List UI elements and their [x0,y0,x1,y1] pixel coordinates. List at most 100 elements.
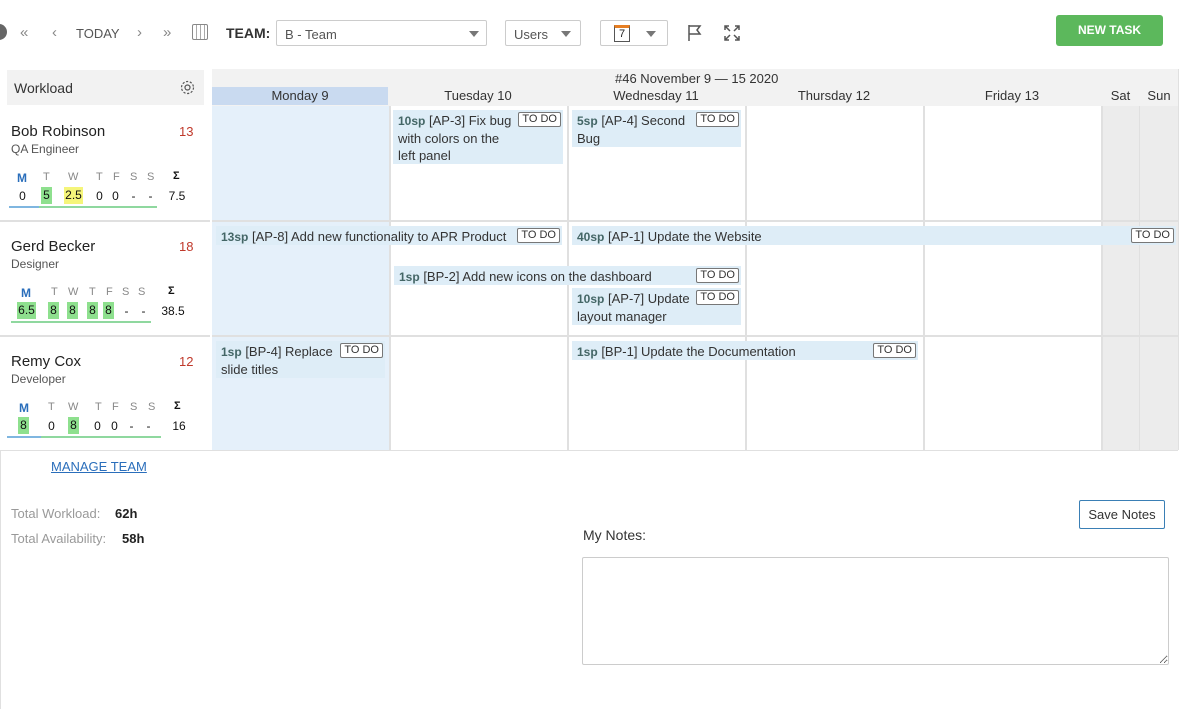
back-icon[interactable]: ‹ [52,24,57,41]
task-card[interactable]: 1sp [BP-2] Add new icons on the dashboar… [394,266,741,285]
person-role: QA Engineer [11,142,80,156]
team-label: TEAM: [226,25,271,41]
person-name[interactable]: Gerd Becker [11,238,95,255]
workload-value: 6.5 [17,302,36,319]
weekday-letter: M [17,171,27,185]
grid-line [745,106,747,450]
task-count: 12 [179,354,194,369]
day-header-friday: Friday 13 [984,88,1040,103]
workload-value: 8 [67,302,78,319]
task-card[interactable]: 1sp [BP-1] Update the Documentation TO D… [572,341,918,360]
grid-line [389,106,391,450]
status-badge: TO DO [696,268,739,283]
story-points: 1sp [221,345,242,359]
day-header-wednesday: Wednesday 11 [613,88,699,103]
task-card[interactable]: 13sp [AP-8] Add new functionality to APR… [216,226,562,245]
story-points: 5sp [577,114,598,128]
calendar-day-number: 7 [618,28,626,40]
workload-value: - [131,189,136,203]
workload-value: - [148,189,153,203]
workload-title: Workload [14,80,73,96]
workload-underline [11,321,41,323]
view-select[interactable]: Users [505,20,581,46]
status-badge: TO DO [517,228,560,243]
workload-total: 7.5 [168,189,186,203]
grid-line [0,220,210,222]
task-card[interactable]: 10sp [AP-7] Update layout manager TO DO [572,288,741,325]
sum-symbol: Σ [173,170,180,182]
story-points: 1sp [399,270,420,284]
grid-line [1139,106,1140,450]
weekday-letter: T [96,171,103,183]
gear-icon[interactable] [179,79,196,96]
weekday-letter: S [122,286,130,298]
weekday-letter: M [21,286,31,300]
workload-value: - [129,419,134,433]
weekday-letter: F [112,401,119,413]
chevron-down-icon [561,31,571,37]
workload-value: - [141,304,146,318]
sum-symbol: Σ [174,400,181,412]
workload-underline [9,206,39,208]
grid-line [1178,69,1179,450]
workload-value: 5 [41,187,52,204]
weekday-letter: T [89,286,96,298]
task-card[interactable]: 10sp [AP-3] Fix bug with colors on the l… [393,110,563,164]
manage-team-link[interactable]: MANAGE TEAM [51,459,147,474]
total-workload-value: 62h [115,506,138,521]
workload-total: 38.5 [161,304,185,318]
calendar-grid-icon[interactable] [192,24,208,40]
workload-underline [41,321,151,323]
weekday-letter: S [130,401,138,413]
task-card[interactable]: 1sp [BP-4] Replace slide titles TO DO [216,341,385,378]
story-points: 10sp [398,114,426,128]
person-role: Designer [11,257,60,271]
collapse-icon[interactable] [0,24,7,40]
grid-line [0,450,1,709]
workload-value: 0 [112,189,119,203]
workload-value: 8 [103,302,114,319]
status-badge: TO DO [696,112,739,127]
workload-underline [7,436,41,438]
task-title: [BP-2] Add new icons on the dashboard [423,269,652,284]
workload-value: - [124,304,129,318]
forward-icon[interactable]: › [137,24,142,41]
weekday-letter: W [68,401,79,413]
team-select[interactable]: B - Team [276,20,487,46]
grid-line [0,450,1178,451]
notes-textarea[interactable] [582,557,1169,665]
day-header-tuesday: Tuesday 10 [444,88,512,103]
grid-line [212,335,1178,337]
status-badge: TO DO [696,290,739,305]
view-select-value: Users [514,27,548,42]
chevron-down-icon [646,31,656,37]
workload-value: 0 [111,419,118,433]
weekday-letter: W [68,171,79,183]
person-name[interactable]: Remy Cox [11,353,81,370]
new-task-button[interactable]: NEW TASK [1056,15,1163,46]
save-notes-button[interactable]: Save Notes [1079,500,1165,529]
task-title: [AP-8] Add new functionality to APR Prod… [251,229,507,244]
workload-value: 8 [18,417,29,434]
person-name[interactable]: Bob Robinson [11,123,105,140]
flag-icon[interactable] [687,24,705,42]
task-card[interactable]: 40sp [AP-1] Update the Website TO DO [572,226,1176,245]
task-card[interactable]: 5sp [AP-4] Second Bug TO DO [572,110,741,147]
chevron-down-icon [469,31,479,37]
task-count: 13 [179,124,194,139]
workload-underline [41,436,161,438]
fast-back-icon[interactable]: « [20,24,28,41]
today-button[interactable]: TODAY [76,26,120,41]
fast-forward-icon[interactable]: » [163,24,171,41]
date-picker-select[interactable]: 7 [600,20,668,46]
day-header-sunday: Sun [1147,88,1171,103]
fullscreen-icon[interactable] [724,25,740,41]
status-badge: TO DO [518,112,561,127]
my-notes-label: My Notes: [583,527,647,543]
grid-line [1101,106,1103,450]
status-badge: TO DO [873,343,916,358]
status-badge: TO DO [1131,228,1174,243]
workload-value: 8 [48,302,59,319]
monday-column-bg [212,106,389,450]
grid-line [212,220,1178,222]
